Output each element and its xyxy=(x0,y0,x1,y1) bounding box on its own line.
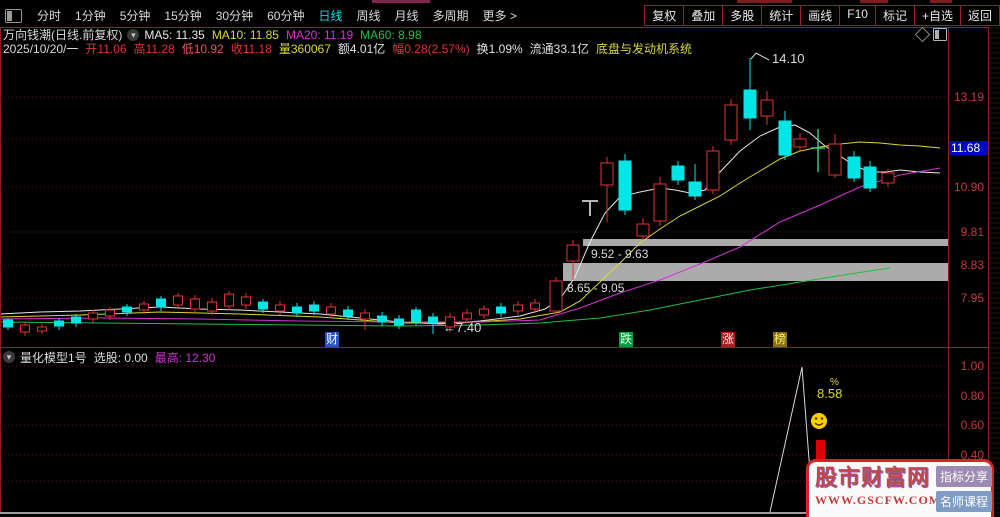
signal-percent-label: % xyxy=(830,377,839,388)
price-axis-label: 9.81 xyxy=(960,225,984,239)
watermark-char-badge: 财 xyxy=(325,332,339,347)
indicator-values: 选股: 0.00 最高: 12.30 xyxy=(94,349,223,366)
indicator-field: 最高: 12.30 xyxy=(154,350,216,365)
signal-value-label: 8.58 xyxy=(817,386,843,401)
watermark-char-badge: 跌 xyxy=(619,332,633,347)
price-axis-label: 13.19 xyxy=(953,90,984,104)
watermark-badge-1: 指标分享 xyxy=(936,466,993,487)
watermark-badge-2: 名师课程 xyxy=(936,491,993,512)
low-price-annotation: ←7.40 xyxy=(443,320,482,335)
indicator-axis-label: 0.80 xyxy=(960,389,984,403)
watermark-char-badge: 榜 xyxy=(773,332,787,347)
indicator-field: 选股: 0.00 xyxy=(93,350,148,365)
main-chart-canvas[interactable] xyxy=(0,0,1000,517)
indicator-axis-label: 0.60 xyxy=(960,418,984,432)
chart-left-border xyxy=(0,27,1,514)
axis-left-border xyxy=(948,27,949,514)
zone-range-label: 9.52 - 9.63 xyxy=(591,247,649,261)
watermark-site-url: WWW.GSCFW.COM xyxy=(815,493,942,507)
trading-app-window: 分时 1分钟 5分钟 15分钟 30分钟 60分钟 日线 周线 月线 多周期 更多 > 复权 叠加 多股… xyxy=(0,0,1000,517)
watermark-site-name: 股市财富网 xyxy=(815,465,931,490)
collapse-pane-icon[interactable]: ▾ xyxy=(3,351,15,363)
indicator-axis-label: 1.00 xyxy=(960,359,984,373)
watermark-char-badge: 涨 xyxy=(721,332,735,347)
right-scroll-strip[interactable] xyxy=(989,27,1000,517)
watermark-badges: 指标分享 名师课程 xyxy=(936,466,993,512)
price-axis-label: 7.95 xyxy=(960,291,984,305)
watermark-text-block: 股市财富网 WWW.GSCFW.COM xyxy=(815,465,942,508)
high-price-annotation: 14.10 xyxy=(772,51,805,66)
price-axis-label: 10.90 xyxy=(953,180,984,194)
zone-range-label: 8.65 - 9.05 xyxy=(567,281,625,295)
price-axis-label: 8.83 xyxy=(960,258,984,272)
indicator-title[interactable]: 量化模型1号 xyxy=(20,349,87,366)
site-watermark: 股市财富网 WWW.GSCFW.COM 指标分享 名师课程 xyxy=(806,459,994,517)
indicator-header: ▾ 量化模型1号 选股: 0.00 最高: 12.30 xyxy=(3,349,223,366)
current-price-tag: 11.68 xyxy=(949,141,988,155)
